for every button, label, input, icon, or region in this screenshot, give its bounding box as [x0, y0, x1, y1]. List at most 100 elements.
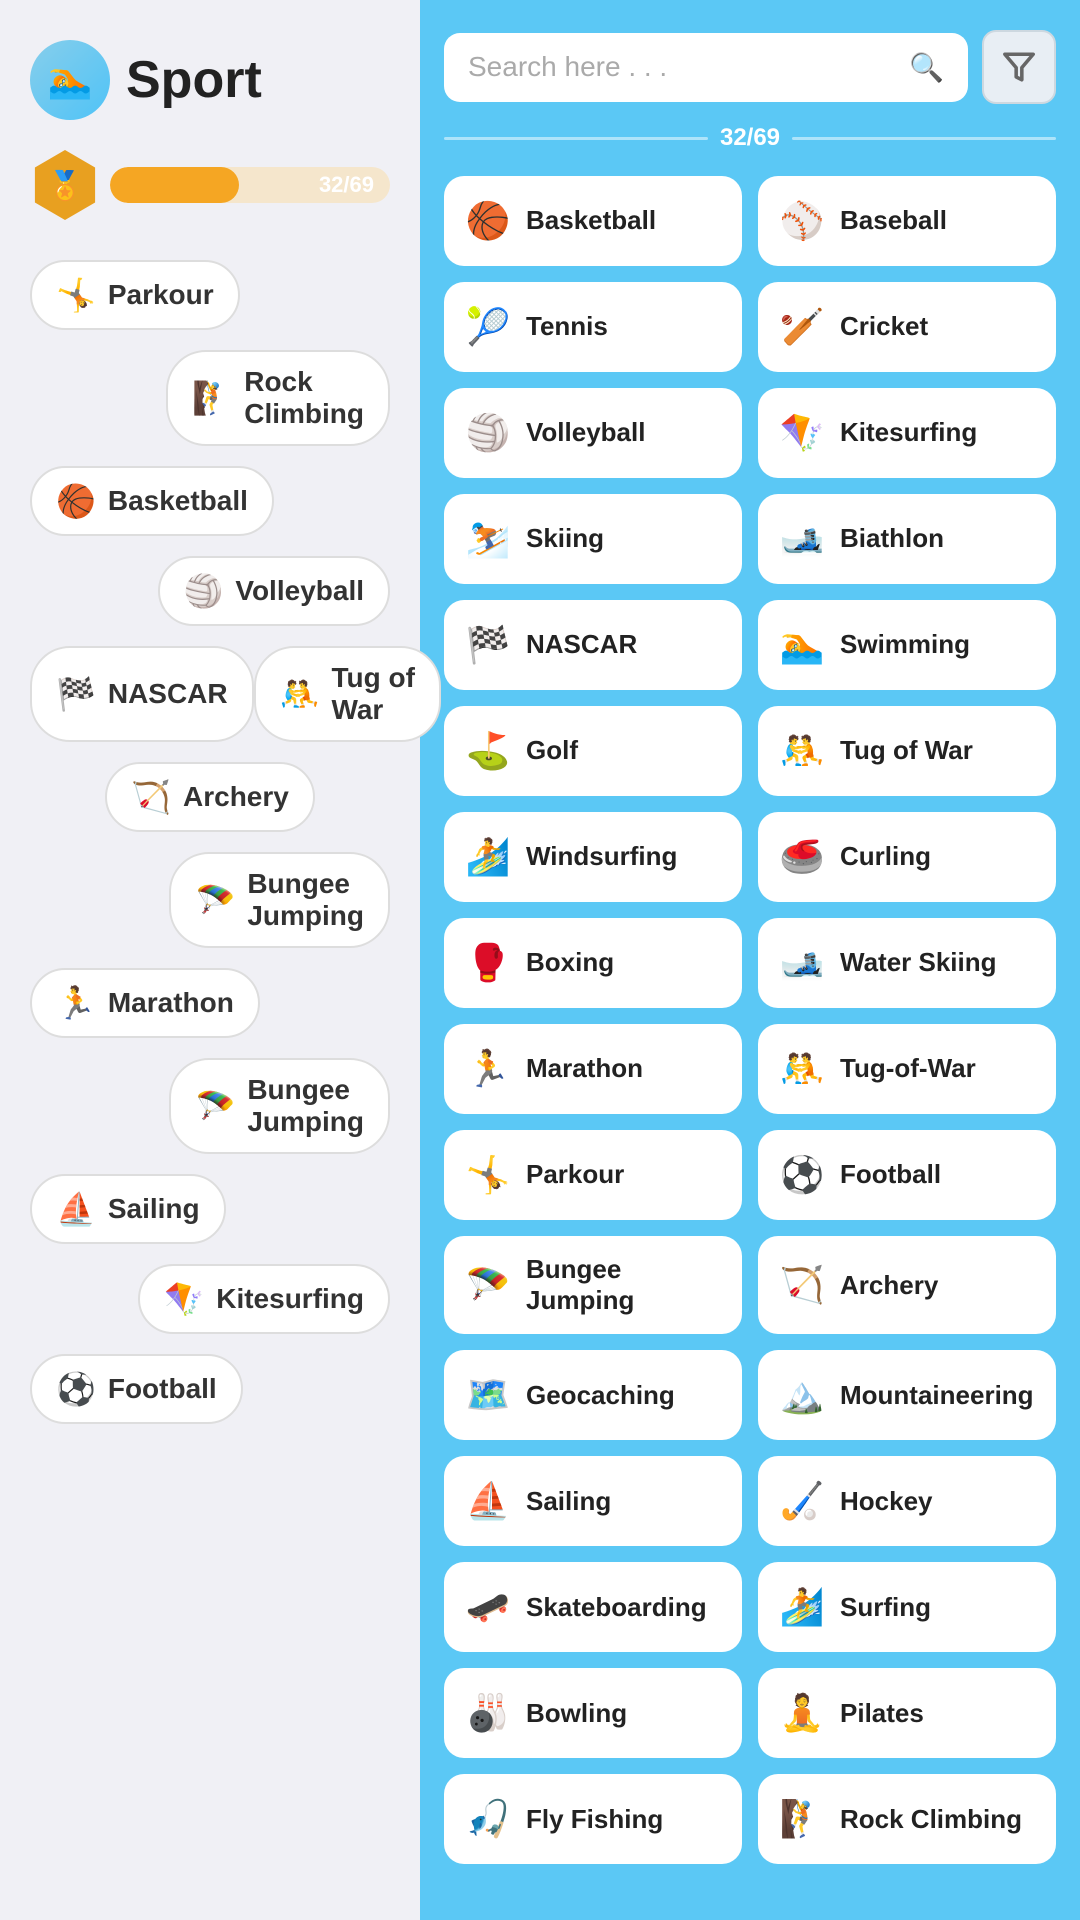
card-icon-bowling: 🎳 [464, 1692, 512, 1734]
chip-bungee-2[interactable]: 🪂 BungeeJumping [169, 1058, 390, 1154]
chip-basketball[interactable]: 🏀 Basketball [30, 466, 274, 536]
chip-bungee-1[interactable]: 🪂 BungeeJumping [169, 852, 390, 948]
card-icon-surfing: 🏄 [778, 1586, 826, 1628]
sport-card-nascar[interactable]: 🏁 NASCAR [444, 600, 742, 690]
chip-parkour-label: Parkour [108, 279, 214, 311]
chip-archery[interactable]: 🏹 Archery [105, 762, 315, 832]
card-label-curling: Curling [840, 841, 931, 872]
sport-card-biathlon[interactable]: 🎿 Biathlon [758, 494, 1056, 584]
sport-card-water-skiing[interactable]: 🎿 Water Skiing [758, 918, 1056, 1008]
chip-parkour[interactable]: 🤸 Parkour [30, 260, 240, 330]
sport-card-rock-climbing[interactable]: 🧗 Rock Climbing [758, 1774, 1056, 1864]
app-title: Sport [126, 50, 262, 110]
sport-card-skiing[interactable]: ⛷️ Skiing [444, 494, 742, 584]
sport-card-golf[interactable]: ⛳ Golf [444, 706, 742, 796]
sport-card-geocaching[interactable]: 🗺️ Geocaching [444, 1350, 742, 1440]
chip-nascar-label: NASCAR [108, 678, 228, 710]
chip-rock-climbing-label: RockClimbing [244, 366, 364, 430]
sport-card-cricket[interactable]: 🏏 Cricket [758, 282, 1056, 372]
card-label-surfing: Surfing [840, 1592, 931, 1623]
card-label-baseball: Baseball [840, 205, 947, 236]
sport-card-mountaineering[interactable]: 🏔️ Mountaineering [758, 1350, 1056, 1440]
chip-sailing[interactable]: ⛵ Sailing [30, 1174, 226, 1244]
sport-card-tug-of-war[interactable]: 🤼 Tug of War [758, 706, 1056, 796]
chip-row-2: 🧗 RockClimbing [30, 350, 390, 446]
sport-card-curling[interactable]: 🥌 Curling [758, 812, 1056, 902]
card-icon-boxing: 🥊 [464, 942, 512, 984]
search-box[interactable]: Search here . . . 🔍 [444, 33, 968, 102]
card-label-golf: Golf [526, 735, 578, 766]
card-label-geocaching: Geocaching [526, 1380, 675, 1411]
sport-card-swimming[interactable]: 🏊 Swimming [758, 600, 1056, 690]
card-icon-archery: 🏹 [778, 1264, 826, 1306]
card-label-swimming: Swimming [840, 629, 970, 660]
progress-fill [110, 167, 239, 203]
header-icon: 🏊 [30, 40, 110, 120]
sport-card-hockey[interactable]: 🏑 Hockey [758, 1456, 1056, 1546]
progress-label: 32/69 [319, 172, 374, 198]
chip-marathon[interactable]: 🏃 Marathon [30, 968, 260, 1038]
chip-rock-climbing[interactable]: 🧗 RockClimbing [166, 350, 390, 446]
sport-card-tug-of-war-2[interactable]: 🤼 Tug-of-War [758, 1024, 1056, 1114]
sport-card-fly-fishing[interactable]: 🎣 Fly Fishing [444, 1774, 742, 1864]
card-label-biathlon: Biathlon [840, 523, 944, 554]
chip-sailing-label: Sailing [108, 1193, 200, 1225]
card-label-kitesurfing: Kitesurfing [840, 417, 977, 448]
chip-bungee-2-label: BungeeJumping [247, 1074, 364, 1138]
chip-row-3: 🏀 Basketball [30, 466, 390, 536]
sport-card-volleyball[interactable]: 🏐 Volleyball [444, 388, 742, 478]
left-panel: 🏊 Sport 🏅 32/69 🤸 Parkour 🧗 RockClimbing [0, 0, 420, 1920]
sport-card-boxing[interactable]: 🥊 Boxing [444, 918, 742, 1008]
sport-card-marathon[interactable]: 🏃 Marathon [444, 1024, 742, 1114]
sport-card-football[interactable]: ⚽ Football [758, 1130, 1056, 1220]
chip-row-5: 🏹 Archery [30, 762, 390, 832]
chip-basketball-label: Basketball [108, 485, 248, 517]
card-icon-parkour: 🤸 [464, 1154, 512, 1196]
sport-card-sailing[interactable]: ⛵ Sailing [444, 1456, 742, 1546]
card-icon-tug-of-war-2: 🤼 [778, 1048, 826, 1090]
card-label-nascar: NASCAR [526, 629, 637, 660]
sport-card-skateboarding[interactable]: 🛹 Skateboarding [444, 1562, 742, 1652]
card-label-fly-fishing: Fly Fishing [526, 1804, 663, 1835]
card-label-marathon: Marathon [526, 1053, 643, 1084]
card-label-water-skiing: Water Skiing [840, 947, 997, 978]
card-label-football: Football [840, 1159, 941, 1190]
sport-card-windsurfing[interactable]: 🏄 Windsurfing [444, 812, 742, 902]
chip-football-label: Football [108, 1373, 217, 1405]
filter-button[interactable] [982, 30, 1056, 104]
sport-card-archery[interactable]: 🏹 Archery [758, 1236, 1056, 1334]
sport-card-surfing[interactable]: 🏄 Surfing [758, 1562, 1056, 1652]
card-icon-curling: 🥌 [778, 836, 826, 878]
progress-indicator: 32/69 [444, 124, 1056, 152]
sport-card-tennis[interactable]: 🎾 Tennis [444, 282, 742, 372]
card-icon-biathlon: 🎿 [778, 518, 826, 560]
progress-bar: 32/69 [110, 167, 390, 203]
sport-card-kitesurfing[interactable]: 🪁 Kitesurfing [758, 388, 1056, 478]
chip-volleyball[interactable]: 🏐 Volleyball [158, 556, 390, 626]
card-label-tug-of-war: Tug of War [840, 735, 973, 766]
right-panel: Search here . . . 🔍 32/69 🏀 Basketball ⚾… [420, 0, 1080, 1920]
left-chips-container: 🤸 Parkour 🧗 RockClimbing 🏀 Basketball 🏐 … [30, 260, 390, 1424]
card-label-windsurfing: Windsurfing [526, 841, 677, 872]
sport-card-pilates[interactable]: 🧘 Pilates [758, 1668, 1056, 1758]
sport-card-baseball[interactable]: ⚾ Baseball [758, 176, 1056, 266]
card-label-parkour: Parkour [526, 1159, 624, 1190]
card-icon-basketball: 🏀 [464, 200, 512, 242]
card-icon-rock-climbing: 🧗 [778, 1798, 826, 1840]
chip-archery-label: Archery [183, 781, 289, 813]
sport-card-basketball[interactable]: 🏀 Basketball [444, 176, 742, 266]
chip-nascar[interactable]: 🏁 NASCAR [30, 646, 254, 742]
chip-football[interactable]: ⚽ Football [30, 1354, 243, 1424]
prog-line-left [444, 137, 708, 140]
chip-kitesurfing-label: Kitesurfing [216, 1283, 364, 1315]
chip-volleyball-label: Volleyball [235, 575, 364, 607]
search-placeholder: Search here . . . [468, 51, 897, 83]
sport-card-parkour[interactable]: 🤸 Parkour [444, 1130, 742, 1220]
card-icon-skiing: ⛷️ [464, 518, 512, 560]
sport-card-bowling[interactable]: 🎳 Bowling [444, 1668, 742, 1758]
sport-card-bungee-jumping[interactable]: 🪂 Bungee Jumping [444, 1236, 742, 1334]
chip-kitesurfing[interactable]: 🪁 Kitesurfing [138, 1264, 390, 1334]
card-label-sailing: Sailing [526, 1486, 611, 1517]
chip-tug-of-war[interactable]: 🤼 Tug ofWar [254, 646, 441, 742]
card-icon-kitesurfing: 🪁 [778, 412, 826, 454]
